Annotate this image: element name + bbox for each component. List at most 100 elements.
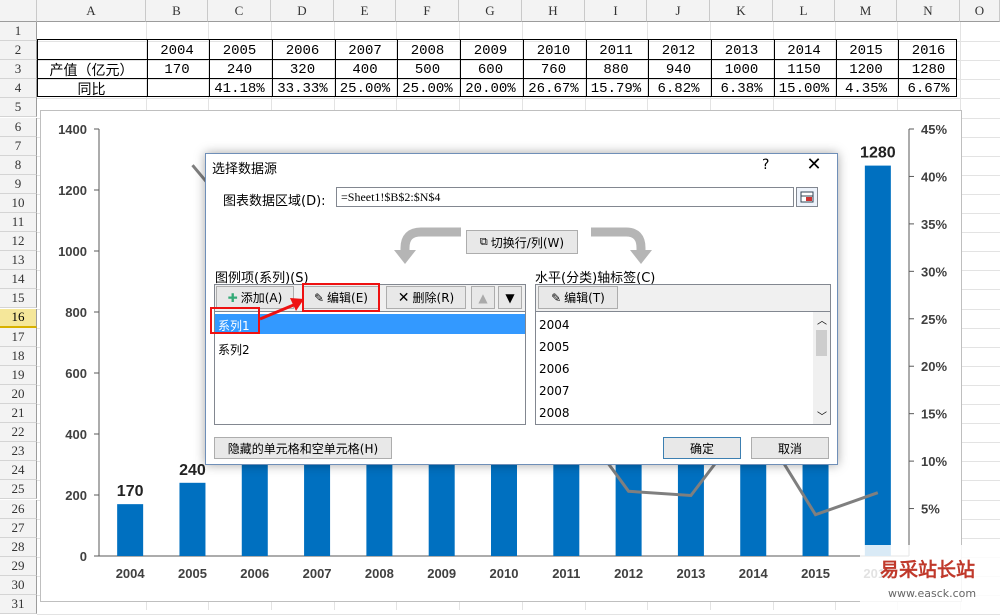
row-header[interactable]: 11	[0, 213, 37, 233]
column-header[interactable]: C	[208, 0, 271, 22]
series-item[interactable]: 系列2	[218, 341, 250, 358]
axis-item[interactable]: 2007	[539, 384, 570, 398]
row-header[interactable]: 31	[0, 595, 37, 615]
percent-cell[interactable]: 20.00%	[459, 80, 522, 99]
row-header[interactable]: 14	[0, 270, 37, 290]
value-cell[interactable]: 400	[334, 61, 396, 80]
percent-cell[interactable]: 25.00%	[334, 80, 396, 99]
column-header[interactable]: K	[710, 0, 773, 22]
axis-list-scrollbar[interactable]: ︿ ﹀	[813, 312, 830, 424]
row-header[interactable]: 19	[0, 365, 37, 385]
move-up-button[interactable]: ▲	[471, 286, 495, 309]
year-cell[interactable]: 2007	[334, 42, 396, 61]
percent-cell[interactable]: 15.79%	[585, 80, 647, 99]
column-header[interactable]: G	[459, 0, 522, 22]
switch-row-column-button[interactable]: ⧉ 切换行/列(W)	[466, 230, 578, 254]
move-down-button[interactable]: ▼	[498, 286, 522, 309]
axis-labels-list[interactable]: 2004 2005 2006 2007 2008 ︿ ﹀	[535, 311, 831, 425]
edit-axis-button[interactable]: ✎ 编辑(T)	[538, 286, 618, 309]
value-cell[interactable]: 1150	[773, 61, 835, 80]
value-cell[interactable]: 880	[585, 61, 647, 80]
close-button[interactable]: ✕	[802, 154, 826, 175]
row-header[interactable]: 23	[0, 442, 37, 462]
year-cell[interactable]: 2013	[710, 42, 773, 61]
row-header[interactable]: 1	[0, 22, 37, 42]
row-header[interactable]: 20	[0, 384, 37, 404]
row-header[interactable]: 6	[0, 117, 37, 137]
row-header[interactable]: 27	[0, 518, 37, 538]
percent-cell[interactable]: 41.18%	[208, 80, 271, 99]
year-cell[interactable]: 2009	[459, 42, 522, 61]
help-button[interactable]: ?	[762, 157, 769, 173]
row-header[interactable]: 28	[0, 537, 37, 557]
row-header[interactable]: 5	[0, 98, 37, 118]
row-header[interactable]: 7	[0, 136, 37, 156]
row-header[interactable]: 18	[0, 346, 37, 366]
axis-item[interactable]: 2008	[539, 406, 570, 420]
percent-cell[interactable]: 25.00%	[396, 80, 459, 99]
year-cell[interactable]: 2014	[773, 42, 835, 61]
range-collapse-button[interactable]	[796, 187, 818, 207]
row-header[interactable]: 29	[0, 556, 37, 576]
value-cell[interactable]: 500	[396, 61, 459, 80]
row-header[interactable]: 21	[0, 404, 37, 424]
axis-item[interactable]: 2005	[539, 340, 570, 354]
column-header[interactable]: N	[897, 0, 960, 22]
percent-cell[interactable]: 26.67%	[522, 80, 585, 99]
row-header[interactable]: 13	[0, 251, 37, 271]
row-header[interactable]: 4	[0, 79, 37, 99]
column-header[interactable]: I	[585, 0, 647, 22]
row-header[interactable]: 16	[0, 308, 37, 328]
row-header[interactable]: 30	[0, 575, 37, 595]
year-cell[interactable]: 2016	[897, 42, 960, 61]
column-header[interactable]: B	[146, 0, 208, 22]
year-cell[interactable]: 2008	[396, 42, 459, 61]
year-cell[interactable]: 2005	[208, 42, 271, 61]
row-header[interactable]: 25	[0, 480, 37, 500]
value-cell[interactable]: 600	[459, 61, 522, 80]
column-header[interactable]: D	[271, 0, 334, 22]
percent-cell[interactable]: 6.38%	[710, 80, 773, 99]
year-cell[interactable]: 2006	[271, 42, 334, 61]
column-header[interactable]: O	[960, 0, 1000, 22]
cancel-button[interactable]: 取消	[751, 437, 829, 459]
value-cell[interactable]: 760	[522, 61, 585, 80]
row-header[interactable]: 9	[0, 174, 37, 194]
axis-item[interactable]: 2004	[539, 318, 570, 332]
ok-button[interactable]: 确定	[663, 437, 741, 459]
year-cell[interactable]: 2010	[522, 42, 585, 61]
percent-cell[interactable]	[146, 80, 208, 99]
chart-range-input[interactable]: =Sheet1!$B$2:$N$4	[336, 187, 794, 207]
value-cell[interactable]: 240	[208, 61, 271, 80]
percent-cell[interactable]: 6.82%	[647, 80, 710, 99]
percent-cell[interactable]: 33.33%	[271, 80, 334, 99]
year-cell[interactable]: 2015	[835, 42, 897, 61]
column-header[interactable]: J	[647, 0, 710, 22]
value-cell[interactable]: 940	[647, 61, 710, 80]
value-cell[interactable]: 1000	[710, 61, 773, 80]
value-cell[interactable]: 170	[146, 61, 208, 80]
series-list[interactable]: 系列1 系列2	[214, 311, 526, 425]
axis-item[interactable]: 2006	[539, 362, 570, 376]
scroll-thumb[interactable]	[816, 330, 827, 356]
column-header[interactable]: F	[396, 0, 459, 22]
row-header[interactable]: 12	[0, 232, 37, 252]
column-header[interactable]: A	[37, 0, 146, 22]
row-header[interactable]: 17	[0, 327, 37, 347]
row-header[interactable]: 24	[0, 461, 37, 481]
year-cell[interactable]: 2004	[146, 42, 208, 61]
select-all-corner[interactable]	[0, 0, 37, 22]
row-header[interactable]: 3	[0, 60, 37, 80]
row-header[interactable]: 26	[0, 499, 37, 519]
hidden-empty-cells-button[interactable]: 隐藏的单元格和空单元格(H)	[214, 437, 392, 459]
column-header[interactable]: H	[522, 0, 585, 22]
value-cell[interactable]: 1200	[835, 61, 897, 80]
year-cell[interactable]: 2011	[585, 42, 647, 61]
percent-cell[interactable]: 4.35%	[835, 80, 897, 99]
row-header[interactable]: 2	[0, 41, 37, 61]
row-label-cell[interactable]: 产值（亿元）	[37, 61, 146, 80]
row-header[interactable]: 15	[0, 289, 37, 309]
row-header[interactable]: 10	[0, 193, 37, 213]
chevron-up-icon[interactable]: ︿	[817, 312, 827, 327]
column-header[interactable]: E	[334, 0, 396, 22]
